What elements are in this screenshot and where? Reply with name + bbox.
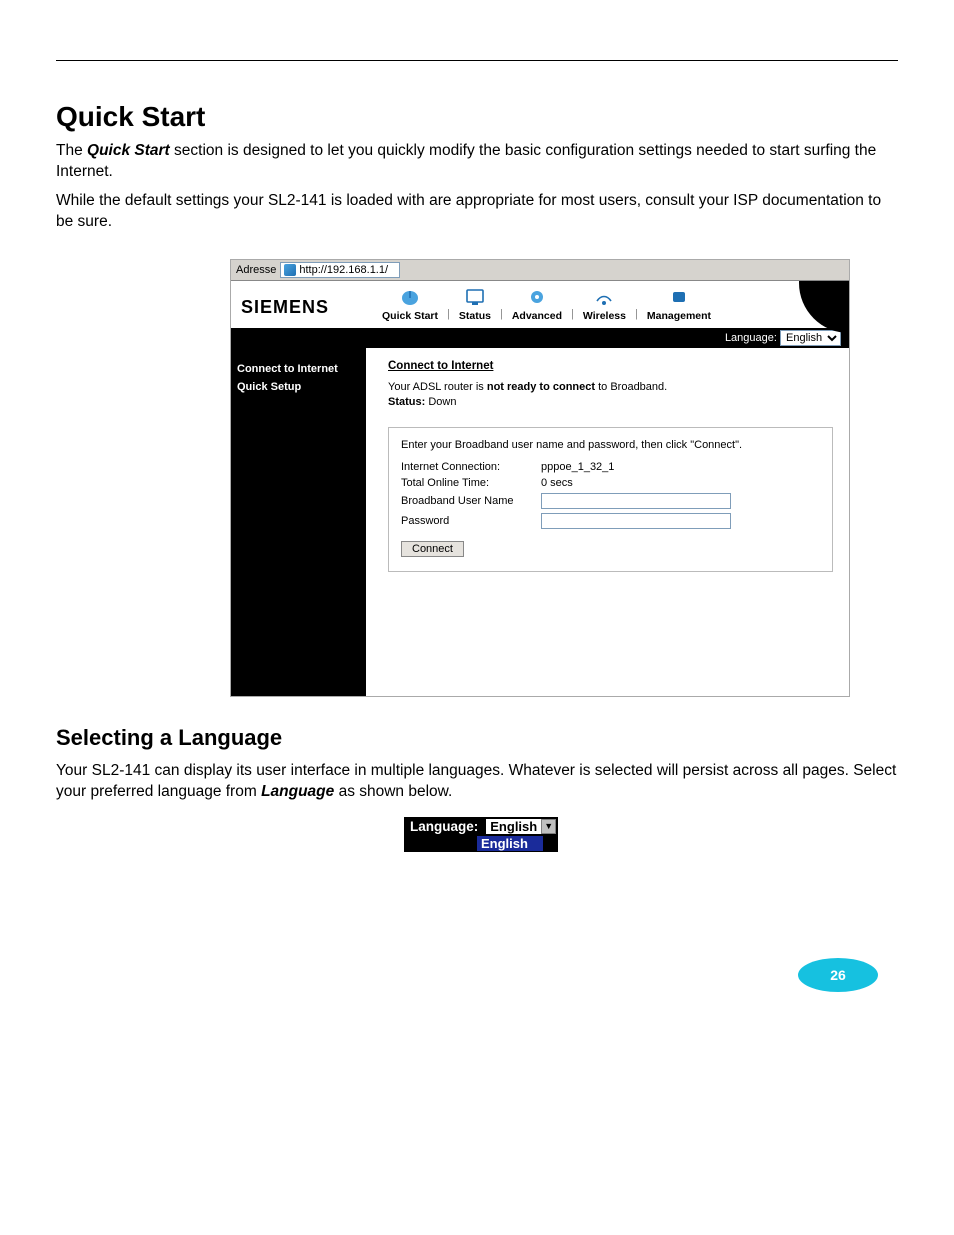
lang-zoom-open-option[interactable]: English [476, 836, 544, 852]
sel-lang-prefix: Your SL2-141 can display its user interf… [56, 762, 896, 800]
nav-status-label: Status [459, 310, 491, 322]
pane-title: Connect to Internet [388, 360, 833, 372]
language-zoom-figure: Language: English ▼ English [230, 811, 898, 852]
password-input[interactable] [541, 513, 731, 529]
address-url: http://192.168.1.1/ [299, 264, 388, 276]
content-pane: Connect to Internet Your ADSL router is … [366, 348, 849, 696]
internet-connection-label: Internet Connection: [401, 461, 541, 473]
top-nav: Quick Start | Status | Advance [366, 287, 849, 322]
sidebar-item-connect[interactable]: Connect to Internet [237, 362, 360, 378]
wireless-icon [591, 287, 617, 307]
chevron-down-icon: ▼ [541, 819, 556, 834]
connect-button[interactable]: Connect [401, 541, 464, 557]
router-screenshot: Adresse http://192.168.1.1/ SIEMENS Quic… [230, 259, 850, 697]
status-line-pre: Your ADSL router is [388, 381, 487, 393]
selecting-language-title: Selecting a Language [56, 725, 898, 751]
password-label: Password [401, 515, 541, 527]
brand-logo: SIEMENS [231, 281, 366, 328]
address-label: Adresse [236, 264, 276, 276]
connect-form: Enter your Broadband user name and passw… [388, 427, 833, 572]
gear-icon [524, 287, 550, 307]
nav-quick-start-label: Quick Start [382, 310, 438, 322]
nav-wireless-label: Wireless [583, 310, 626, 322]
language-select[interactable]: English [780, 330, 841, 346]
lang-zoom-value: English [490, 819, 537, 834]
total-online-time-label: Total Online Time: [401, 477, 541, 489]
sidebar: Connect to Internet Quick Setup [231, 348, 366, 696]
total-online-time-value: 0 secs [541, 477, 820, 489]
status-line-bold: not ready to connect [487, 381, 595, 393]
language-bar: Language: English [231, 328, 849, 348]
username-input[interactable] [541, 493, 731, 509]
internet-connection-value: pppoe_1_32_1 [541, 461, 820, 473]
section-title: Quick Start [56, 101, 898, 133]
intro1-prefix: The [56, 142, 87, 159]
status-line: Your ADSL router is not ready to connect… [388, 380, 833, 410]
mouse-icon [397, 287, 423, 307]
monitor-icon [462, 287, 488, 307]
status-line-post: to Broadband. [595, 381, 667, 393]
nav-management-label: Management [647, 310, 711, 322]
nav-quick-start[interactable]: Quick Start [374, 287, 446, 322]
status-value: Down [428, 396, 456, 408]
intro-paragraph-2: While the default settings your SL2-141 … [56, 191, 898, 233]
ie-icon [284, 264, 296, 276]
top-rule [56, 60, 898, 61]
sel-lang-suffix: as shown below. [334, 783, 452, 800]
intro1-bold: Quick Start [87, 142, 170, 159]
sel-lang-bold: Language [261, 783, 334, 800]
corner-curve [799, 281, 849, 333]
status-label: Status: [388, 396, 425, 408]
address-input[interactable]: http://192.168.1.1/ [280, 262, 400, 278]
nav-management[interactable]: Management [639, 287, 719, 322]
nav-wireless[interactable]: Wireless [575, 287, 634, 322]
intro1-suffix: section is designed to let you quickly m… [56, 142, 876, 180]
intro-paragraph-1: The Quick Start section is designed to l… [56, 141, 898, 183]
browser-address-bar: Adresse http://192.168.1.1/ [231, 260, 849, 281]
username-label: Broadband User Name [401, 495, 541, 507]
sidebar-item-quick-setup[interactable]: Quick Setup [237, 380, 360, 396]
lang-zoom-select[interactable]: English ▼ [484, 817, 558, 836]
lang-zoom-label: Language: [404, 817, 484, 836]
nav-advanced-label: Advanced [512, 310, 562, 322]
page-number-badge: 26 [798, 958, 878, 992]
management-icon [666, 287, 692, 307]
nav-status[interactable]: Status [451, 287, 499, 322]
selecting-language-para: Your SL2-141 can display its user interf… [56, 761, 898, 803]
nav-advanced[interactable]: Advanced [504, 287, 570, 322]
language-label: Language: [725, 332, 777, 344]
form-prompt: Enter your Broadband user name and passw… [401, 438, 820, 453]
